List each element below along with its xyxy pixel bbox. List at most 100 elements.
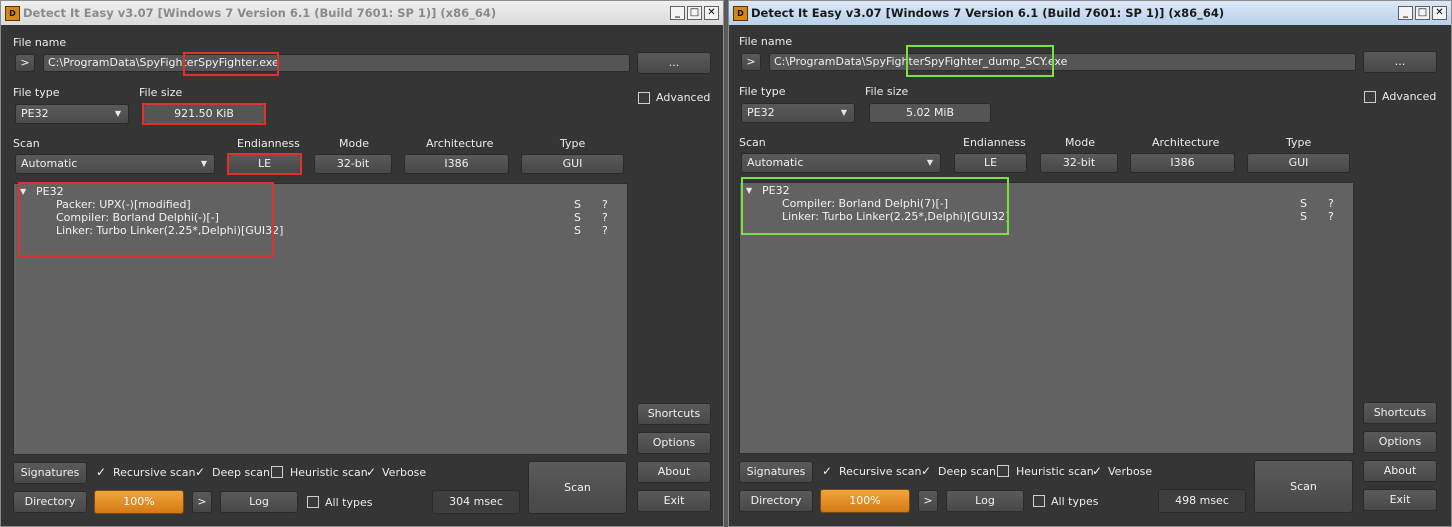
title-bar[interactable]: D Detect It Easy v3.07 [Windows 7 Versio… — [1, 1, 723, 25]
mode-label: Mode — [1065, 136, 1095, 149]
type-value[interactable]: GUI — [521, 154, 624, 174]
options-button[interactable]: Options — [1363, 431, 1437, 453]
type-value[interactable]: GUI — [1247, 153, 1350, 173]
file-size-value: 5.02 MiB — [869, 103, 991, 123]
advanced-checkbox[interactable] — [1364, 91, 1376, 103]
more-arrow-button[interactable]: > — [192, 491, 212, 513]
app-icon: D — [5, 6, 20, 21]
minimize-button[interactable]: _ — [670, 6, 685, 20]
result-signature-s[interactable]: S — [574, 224, 581, 237]
scan-mode-value: Automatic — [21, 157, 78, 170]
endianness-value[interactable]: LE — [228, 154, 301, 174]
expand-triangle-icon[interactable]: ▼ — [20, 187, 26, 196]
result-signature-s[interactable]: S — [574, 198, 581, 211]
scan-mode-select[interactable]: Automatic ▼ — [15, 154, 215, 174]
result-info-q[interactable]: ? — [602, 224, 608, 237]
heuristic-scan-label: Heuristic scan — [290, 466, 368, 479]
all-types-checkbox[interactable] — [307, 496, 319, 508]
scan-mode-select[interactable]: Automatic ▼ — [741, 153, 941, 173]
result-info-q[interactable]: ? — [1328, 197, 1334, 210]
result-signature-s[interactable]: S — [1300, 197, 1307, 210]
results-tree[interactable]: ▼ PE32 Compiler: Borland Delphi(7)[-] S … — [739, 182, 1354, 454]
elapsed-time: 304 msec — [432, 490, 520, 514]
advanced-label: Advanced — [1382, 90, 1437, 103]
deep-scan-checkbox[interactable]: ✓ — [194, 466, 206, 478]
maximize-button[interactable]: □ — [1415, 6, 1430, 20]
scan-button[interactable]: Scan — [528, 461, 627, 514]
scan-label: Scan — [13, 137, 40, 150]
endianness-value[interactable]: LE — [954, 153, 1027, 173]
scan-button[interactable]: Scan — [1254, 460, 1353, 513]
elapsed-time: 498 msec — [1158, 489, 1246, 513]
file-path-field[interactable]: C:\ProgramData\SpyFighterSpyFighter.exe — [43, 54, 630, 72]
result-row[interactable]: Compiler: Borland Delphi(-)[-] S ? — [56, 211, 616, 224]
file-name-label: File name — [739, 35, 793, 48]
maximize-button[interactable]: □ — [687, 6, 702, 20]
options-button[interactable]: Options — [637, 432, 711, 454]
browse-button[interactable]: ... — [637, 52, 711, 74]
result-row[interactable]: Packer: UPX(-)[modified] S ? — [56, 198, 616, 211]
file-type-select[interactable]: PE32 ▼ — [741, 103, 855, 123]
directory-button[interactable]: Directory — [739, 490, 813, 512]
architecture-label: Architecture — [1152, 136, 1220, 149]
title-bar[interactable]: D Detect It Easy v3.07 [Windows 7 Versio… — [729, 1, 1451, 25]
verbose-label: Verbose — [1108, 465, 1153, 478]
open-arrow-button[interactable]: > — [15, 54, 35, 72]
result-text: Compiler: Borland Delphi(-)[-] — [56, 211, 219, 224]
exit-button[interactable]: Exit — [1363, 489, 1437, 511]
heuristic-scan-checkbox[interactable] — [271, 466, 283, 478]
result-info-q[interactable]: ? — [602, 198, 608, 211]
signatures-button[interactable]: Signatures — [13, 462, 87, 484]
chevron-down-icon: ▼ — [840, 108, 847, 117]
result-row[interactable]: Linker: Turbo Linker(2.25*,Delphi)[GUI32… — [56, 224, 616, 237]
verbose-checkbox[interactable]: ✓ — [365, 466, 377, 478]
file-size-value: 921.50 KiB — [143, 104, 265, 124]
all-types-checkbox[interactable] — [1033, 495, 1045, 507]
about-button[interactable]: About — [637, 461, 711, 483]
close-button[interactable]: ✕ — [1432, 6, 1447, 20]
shortcuts-button[interactable]: Shortcuts — [637, 403, 711, 425]
scan-mode-value: Automatic — [747, 156, 804, 169]
architecture-value[interactable]: I386 — [1130, 153, 1235, 173]
recursive-scan-label: Recursive scan — [113, 466, 196, 479]
recursive-scan-checkbox[interactable]: ✓ — [95, 466, 107, 478]
app-icon: D — [733, 6, 748, 21]
file-type-select[interactable]: PE32 ▼ — [15, 104, 129, 124]
path-file: SpyFighter.exe — [198, 56, 279, 69]
results-tree[interactable]: ▼ PE32 Packer: UPX(-)[modified] S ? Comp… — [13, 183, 628, 455]
tree-root[interactable]: PE32 — [762, 184, 790, 197]
browse-button[interactable]: ... — [1363, 51, 1437, 73]
log-button[interactable]: Log — [220, 491, 298, 513]
deep-scan-checkbox[interactable]: ✓ — [920, 465, 932, 477]
mode-value[interactable]: 32-bit — [314, 154, 392, 174]
tree-root[interactable]: PE32 — [36, 185, 64, 198]
result-info-q[interactable]: ? — [602, 211, 608, 224]
about-button[interactable]: About — [1363, 460, 1437, 482]
result-row[interactable]: Linker: Turbo Linker(2.25*,Delphi)[GUI32… — [782, 210, 1342, 223]
file-path-field[interactable]: C:\ProgramData\SpyFighterSpyFighter_dump… — [769, 53, 1356, 71]
minimize-button[interactable]: _ — [1398, 6, 1413, 20]
result-signature-s[interactable]: S — [1300, 210, 1307, 223]
close-button[interactable]: ✕ — [704, 6, 719, 20]
directory-button[interactable]: Directory — [13, 491, 87, 513]
log-button[interactable]: Log — [946, 490, 1024, 512]
heuristic-scan-checkbox[interactable] — [997, 465, 1009, 477]
mode-value[interactable]: 32-bit — [1040, 153, 1118, 173]
shortcuts-button[interactable]: Shortcuts — [1363, 402, 1437, 424]
advanced-checkbox[interactable] — [638, 92, 650, 104]
file-size-label: File size — [139, 86, 183, 99]
recursive-scan-checkbox[interactable]: ✓ — [821, 465, 833, 477]
result-row[interactable]: Compiler: Borland Delphi(7)[-] S ? — [782, 197, 1342, 210]
exit-button[interactable]: Exit — [637, 490, 711, 512]
result-info-q[interactable]: ? — [1328, 210, 1334, 223]
file-type-label: File type — [739, 85, 786, 98]
signatures-button[interactable]: Signatures — [739, 461, 813, 483]
deep-scan-label: Deep scan — [212, 466, 270, 479]
expand-triangle-icon[interactable]: ▼ — [746, 186, 752, 195]
open-arrow-button[interactable]: > — [741, 53, 761, 71]
architecture-value[interactable]: I386 — [404, 154, 509, 174]
result-signature-s[interactable]: S — [574, 211, 581, 224]
path-file: SpyFighter_dump_SCY.exe — [924, 55, 1068, 68]
verbose-checkbox[interactable]: ✓ — [1091, 465, 1103, 477]
more-arrow-button[interactable]: > — [918, 490, 938, 512]
